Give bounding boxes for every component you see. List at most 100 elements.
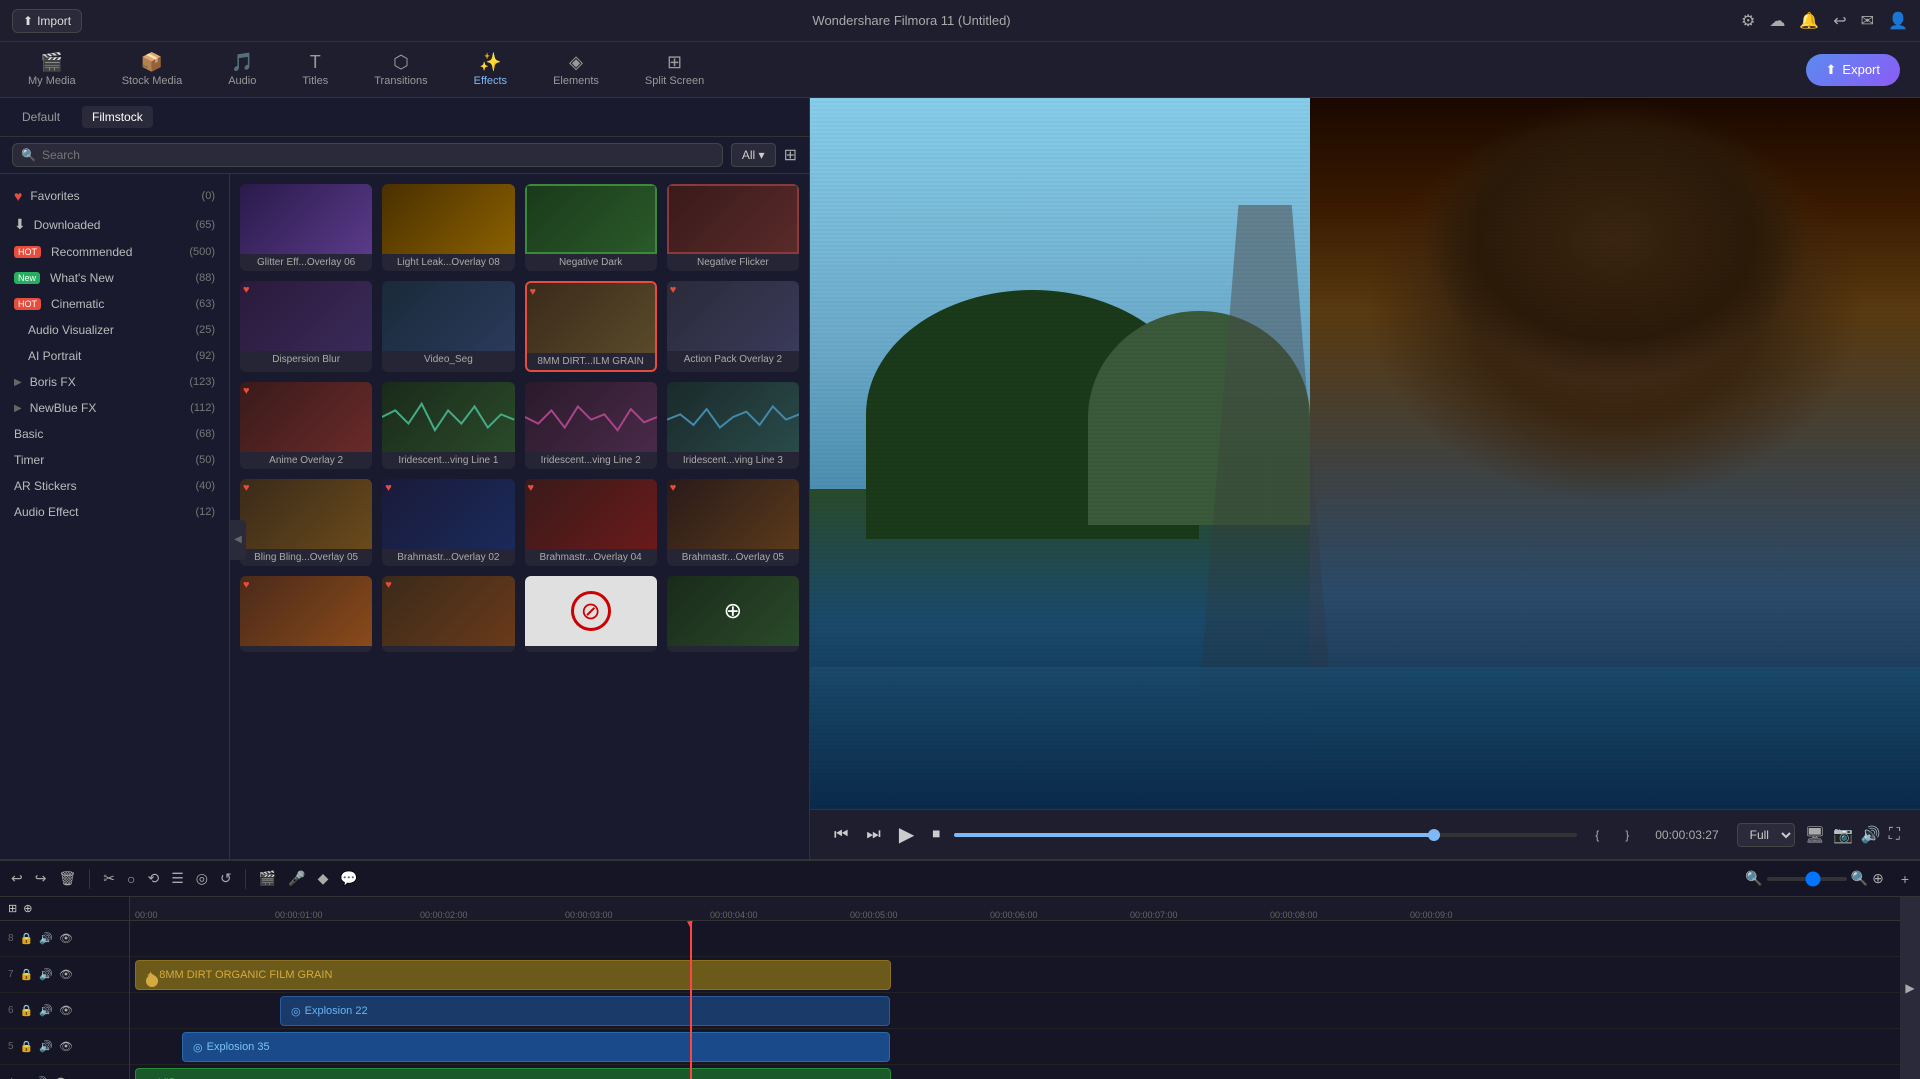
zoom-in-icon[interactable]: 🔍	[1851, 870, 1868, 887]
effect-anime-overlay-2[interactable]: ♥ + Anime Overlay 2	[240, 382, 372, 469]
effect-iridescent-line-3[interactable]: Iridescent...ving Line 3	[667, 382, 799, 469]
eye-icon-6[interactable]: 👁	[59, 1004, 73, 1017]
clip-explosion-35-track5[interactable]: ◎ Explosion 35	[182, 1032, 890, 1062]
sidebar-item-audio-visualizer[interactable]: Audio Visualizer (25)	[0, 317, 229, 343]
effect-bottom-4[interactable]: ⊕	[667, 576, 799, 652]
lock-icon-6[interactable]: 🔒	[20, 1004, 34, 1017]
effect-8mm-dirt-ilm-grain[interactable]: ♥ + 8MM DIRT...ILM GRAIN	[525, 281, 657, 372]
effect-light-leak-overlay-08[interactable]: + Light Leak...Overlay 08	[382, 184, 514, 271]
zoom-slider[interactable]	[1767, 877, 1847, 881]
effect-video-seg[interactable]: + Video_Seg	[382, 281, 514, 372]
scene-icon-button[interactable]: 🎬	[256, 867, 279, 890]
nav-my-media[interactable]: 🎬 My Media	[20, 48, 84, 91]
add-track-button[interactable]: +	[1898, 868, 1912, 890]
tab-filmstock[interactable]: Filmstock	[82, 106, 153, 128]
sidebar-collapse-button[interactable]: ◀	[230, 520, 246, 560]
play-button[interactable]: ▶	[895, 818, 918, 851]
speed-button[interactable]: ⟲	[144, 867, 162, 890]
audio-icon-6[interactable]: 🔊	[39, 1004, 53, 1017]
sidebar-item-cinematic[interactable]: HOT Cinematic (63)	[0, 291, 229, 317]
rotate-button[interactable]: ↺	[217, 867, 235, 890]
redo-button[interactable]: ↪	[32, 867, 50, 890]
step-back-button[interactable]: ⏭	[862, 822, 884, 848]
cloud-icon[interactable]: ☁	[1769, 11, 1785, 31]
go-to-start-button[interactable]: ⏮	[830, 822, 852, 848]
sidebar-item-basic[interactable]: Basic (68)	[0, 421, 229, 447]
progress-bar[interactable]	[954, 833, 1577, 837]
audio-icon-5[interactable]: 🔊	[39, 1040, 53, 1053]
tab-default[interactable]: Default	[12, 106, 70, 128]
clip-vid[interactable]: ▶ VID	[135, 1068, 891, 1079]
monitor-icon[interactable]: 🖥	[1805, 825, 1825, 845]
effect-bling-bling-overlay-05[interactable]: ♥ + Bling Bling...Overlay 05	[240, 479, 372, 566]
effect-negative-dark[interactable]: + Negative Dark	[525, 184, 657, 271]
nav-titles[interactable]: T Titles	[294, 48, 336, 91]
effect-iridescent-line-1[interactable]: Iridescent...ving Line 1	[382, 382, 514, 469]
audio-icon-7[interactable]: 🔊	[39, 968, 53, 981]
sidebar-item-ar-stickers[interactable]: AR Stickers (40)	[0, 473, 229, 499]
sidebar-item-favorites[interactable]: ♥ Favorites (0)	[0, 182, 229, 210]
playhead[interactable]	[690, 921, 692, 1079]
audio-track-button[interactable]: 🎤	[285, 867, 308, 890]
search-input[interactable]	[42, 148, 714, 162]
nav-elements[interactable]: ◈ Elements	[545, 48, 607, 91]
sidebar-item-downloaded[interactable]: ⬇ Downloaded (65)	[0, 210, 229, 239]
add-track-icon[interactable]: ⊞	[8, 902, 17, 915]
timeline-content[interactable]: 00:00 00:00:01:00 00:00:02:00 00:00:03:0…	[130, 897, 1920, 1079]
account-icon[interactable]: 👤	[1888, 11, 1908, 31]
import-button[interactable]: ⬆ Import	[12, 9, 82, 33]
zoom-out-icon[interactable]: 🔍	[1745, 870, 1762, 887]
stop-button[interactable]: ⏹	[928, 822, 944, 848]
snapshot-icon[interactable]: 📷	[1833, 825, 1853, 845]
lock-icon-7[interactable]: 🔒	[20, 968, 34, 981]
effect-brahmastr-overlay-04[interactable]: ♥ + Brahmastr...Overlay 04	[525, 479, 657, 566]
nav-audio[interactable]: 🎵 Audio	[220, 48, 264, 91]
filter-dropdown[interactable]: All ▾	[731, 143, 776, 167]
delete-button[interactable]: 🗑	[55, 867, 79, 890]
sidebar-item-recommended[interactable]: HOT Recommended (500)	[0, 239, 229, 265]
volume-icon[interactable]: 🔊	[1861, 825, 1881, 845]
effect-bottom-1[interactable]: ♥	[240, 576, 372, 652]
nav-split-screen[interactable]: ⊞ Split Screen	[637, 48, 712, 91]
stabilize-button[interactable]: ◎	[193, 867, 211, 890]
clip-8mm-grain[interactable]: ✦ 8MM DIRT ORGANIC FILM GRAIN	[135, 960, 891, 990]
magnet-icon[interactable]: ⊕	[23, 902, 32, 915]
effect-glitter-overlay-06[interactable]: + Glitter Eff...Overlay 06	[240, 184, 372, 271]
eye-icon-5[interactable]: 👁	[59, 1040, 73, 1053]
sidebar-item-whats-new[interactable]: New What's New (88)	[0, 265, 229, 291]
effect-bottom-3[interactable]: ⊘	[525, 576, 657, 652]
clip-explosion-22[interactable]: ◎ Explosion 22	[280, 996, 890, 1026]
color-button[interactable]: ☰	[168, 867, 187, 890]
crop-button[interactable]: ○	[124, 868, 138, 890]
sidebar-item-ai-portrait[interactable]: AI Portrait (92)	[0, 343, 229, 369]
sidebar-item-boris-fx[interactable]: ▶ Boris FX (123)	[0, 369, 229, 395]
voiceover-button[interactable]: 💬	[337, 867, 360, 890]
effect-action-pack-overlay-2[interactable]: ♥ + Action Pack Overlay 2	[667, 281, 799, 372]
eye-icon-8[interactable]: 👁	[59, 932, 73, 945]
grid-view-button[interactable]: ⊞	[784, 145, 797, 165]
undo-button[interactable]: ↩	[8, 867, 26, 890]
eye-icon-7[interactable]: 👁	[59, 968, 73, 981]
sidebar-item-timer[interactable]: Timer (50)	[0, 447, 229, 473]
effect-brahmastr-overlay-02[interactable]: ♥ + Brahmastr...Overlay 02	[382, 479, 514, 566]
fullscreen-icon[interactable]: ⛶	[1889, 826, 1900, 844]
effect-negative-flicker[interactable]: + Negative Flicker	[667, 184, 799, 271]
sidebar-item-audio-effect[interactable]: Audio Effect (12)	[0, 499, 229, 525]
nav-transitions[interactable]: ⬡ Transitions	[366, 48, 435, 91]
audio-icon-8[interactable]: 🔊	[39, 932, 53, 945]
notification-icon[interactable]: 🔔	[1799, 11, 1819, 31]
cut-button[interactable]: ✂	[100, 867, 118, 890]
sidebar-item-newblue-fx[interactable]: ▶ NewBlue FX (112)	[0, 395, 229, 421]
lock-icon-8[interactable]: 🔒	[20, 932, 34, 945]
nav-stock-media[interactable]: 📦 Stock Media	[114, 48, 191, 91]
nav-effects[interactable]: ✨ Effects	[466, 48, 515, 91]
effect-iridescent-line-2[interactable]: Iridescent...ving Line 2	[525, 382, 657, 469]
quality-select[interactable]: Full 1/2 1/4	[1737, 823, 1795, 847]
keyframe-button[interactable]: ◆	[315, 867, 332, 890]
effect-bottom-2[interactable]: ♥	[382, 576, 514, 652]
scroll-right-button[interactable]: ▶	[1900, 897, 1920, 1079]
undo-icon[interactable]: ↩	[1833, 11, 1846, 31]
effect-dispersion-blur[interactable]: ♥ + Dispersion Blur	[240, 281, 372, 372]
mail-icon[interactable]: ✉	[1861, 11, 1874, 31]
export-button[interactable]: ⬆ Export	[1806, 54, 1900, 86]
